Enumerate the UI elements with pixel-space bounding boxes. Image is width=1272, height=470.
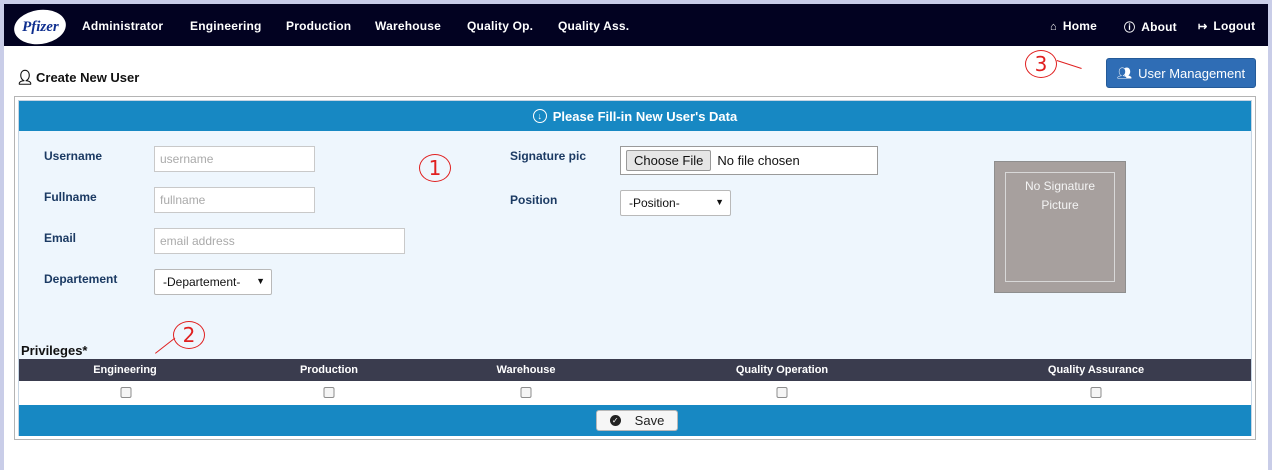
nav-home-label: Home — [1062, 19, 1097, 33]
privilege-checkbox-production[interactable] — [323, 387, 335, 398]
home-icon: ⌂ — [1050, 21, 1057, 33]
privilege-col-quality-operation: Quality Operation — [735, 364, 829, 376]
page-title-text: Create New User — [36, 70, 140, 85]
create-user-panel: ↓ Please Fill-in New User's Data Usernam… — [14, 96, 1256, 440]
username-input[interactable] — [154, 146, 315, 172]
info-icon: ⓘ — [1124, 22, 1136, 34]
create-user-form: ↓ Please Fill-in New User's Data Usernam… — [18, 100, 1252, 436]
nav-item-production[interactable]: Production — [286, 19, 351, 33]
fullname-label: Fullname — [44, 190, 97, 204]
caret-down-icon: ▼ — [256, 276, 265, 286]
privilege-col-quality-assurance: Quality Assurance — [1047, 364, 1145, 376]
username-label: Username — [44, 149, 103, 163]
privilege-checkbox-quality-assurance[interactable] — [1090, 387, 1102, 398]
nav-item-administrator[interactable]: Administrator — [82, 19, 163, 33]
save-label: Save — [634, 413, 665, 428]
top-navbar: Pfizer Administrator Engineering Product… — [4, 0, 1268, 48]
circle-download-icon: ↓ — [532, 109, 547, 123]
annotation-2: 2 — [173, 321, 205, 349]
users-icon: 👥︎ — [1116, 66, 1133, 80]
signature-file-input[interactable]: Choose File No file chosen — [620, 146, 878, 175]
email-label: Email — [44, 231, 77, 245]
user-management-label: User Management — [1138, 65, 1246, 81]
form-header-text: Please Fill-in New User's Data — [552, 108, 738, 124]
departement-label: Departement — [44, 272, 118, 286]
privilege-checkbox-quality-operation[interactable] — [776, 387, 788, 398]
annotation-3-pointer — [1056, 60, 1082, 69]
signature-placeholder: No Signature Picture — [1005, 172, 1115, 282]
nav-item-quality-op[interactable]: Quality Op. — [467, 19, 533, 33]
position-label: Position — [510, 193, 558, 207]
signature-placeholder-line2: Picture — [1041, 198, 1079, 212]
nav-item-engineering[interactable]: Engineering — [190, 19, 262, 33]
form-header: ↓ Please Fill-in New User's Data — [19, 101, 1251, 131]
pfizer-logo[interactable]: Pfizer — [11, 6, 69, 48]
privileges-header: Engineering Production Warehouse Quality… — [19, 359, 1251, 381]
nav-about-label: About — [1141, 20, 1177, 34]
annotation-1: 1 — [419, 154, 451, 182]
caret-down-icon: ▼ — [715, 197, 724, 207]
signature-pic-label: Signature pic — [510, 149, 587, 163]
departement-select[interactable]: -Departement- ▼ — [154, 269, 272, 295]
file-status-text: No file chosen — [717, 153, 800, 168]
privilege-col-engineering: Engineering — [93, 364, 157, 376]
annotation-2-pointer — [155, 337, 176, 354]
nav-about[interactable]: ⓘ About — [1124, 19, 1177, 35]
check-circle-icon: ✓ — [609, 415, 621, 426]
signature-preview: No Signature Picture — [994, 161, 1126, 293]
privilege-col-warehouse: Warehouse — [496, 364, 556, 376]
nav-home[interactable]: ⌂ Home — [1050, 19, 1097, 33]
signature-placeholder-line1: No Signature — [1024, 179, 1096, 193]
privileges-row — [19, 381, 1251, 405]
privilege-col-production: Production — [299, 364, 359, 376]
form-footer: ✓ Save — [19, 405, 1251, 436]
user-management-button[interactable]: 👥︎ User Management — [1106, 58, 1256, 88]
nav-item-warehouse[interactable]: Warehouse — [375, 19, 441, 33]
logout-icon: ↦ — [1198, 21, 1208, 33]
logo-text: Pfizer — [21, 18, 59, 35]
nav-logout-label: Logout — [1213, 19, 1256, 33]
position-selected: -Position- — [629, 196, 680, 210]
privilege-checkbox-engineering[interactable] — [120, 387, 132, 398]
email-input[interactable] — [154, 228, 405, 254]
position-select[interactable]: -Position- ▼ — [620, 190, 731, 216]
privileges-label: Privileges* — [21, 343, 88, 358]
nav-item-quality-ass[interactable]: Quality Ass. — [558, 19, 629, 33]
nav-logout[interactable]: ↦ Logout — [1198, 19, 1255, 33]
departement-selected: -Departement- — [163, 275, 241, 289]
page-title: 👤︎ Create New User — [16, 69, 139, 86]
fullname-input[interactable] — [154, 187, 315, 213]
privilege-checkbox-warehouse[interactable] — [520, 387, 532, 398]
choose-file-button[interactable]: Choose File — [626, 150, 712, 171]
annotation-3: 3 — [1025, 50, 1057, 78]
save-button[interactable]: ✓ Save — [596, 410, 678, 431]
add-user-icon: 👤︎ — [16, 69, 34, 85]
